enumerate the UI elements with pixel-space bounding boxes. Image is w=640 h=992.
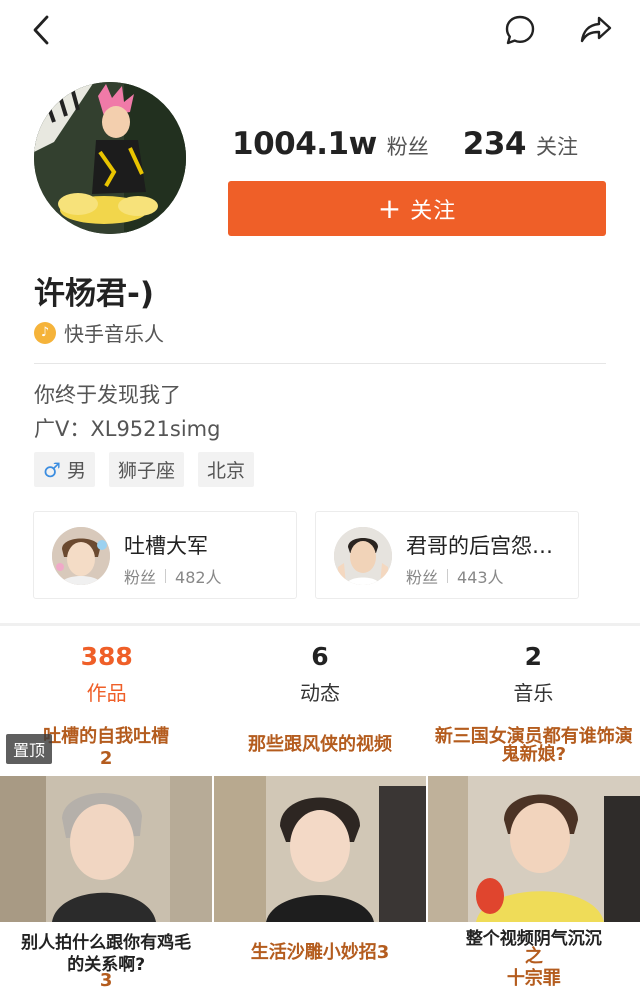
video-thumbnail-image [213,776,427,922]
music-note-icon: ♪ [34,321,56,344]
video-bottom-band: 生活沙雕小妙招3 [213,922,427,992]
video-thumbnail-image [0,776,213,922]
fan-group-label: 粉丝 [124,568,157,587]
fan-group-label: 粉丝 [406,568,439,587]
video-caption: 鬼新娘? [501,744,567,765]
avatar-illustration [34,82,186,234]
fan-group-count: 443人 [457,568,504,587]
share-arrow-icon [580,16,612,43]
bio-line: 广V：XL9521simg [34,417,221,441]
tab-music[interactable]: 2 音乐 [427,626,640,726]
video-top-band: 新三国女演员都有谁饰演 鬼新娘? [427,726,640,776]
fan-group-title: 吐槽大军 [124,534,208,558]
tab-works[interactable]: 388 作品 [0,626,213,726]
video-bottom-band: 整个视频阴气沉沉 之 十宗罪 [427,922,640,992]
followers-count[interactable]: 1004.1w [232,126,377,162]
share-button[interactable] [574,8,618,52]
divider [34,363,606,364]
tab-works-count: 388 [80,642,133,671]
fan-group-avatar [334,527,392,585]
back-button[interactable] [20,8,64,52]
video-bottom-band: 别人拍什么跟你有鸡毛 的关系啊? 3 [0,922,213,992]
following-label[interactable]: 关注 [536,131,578,161]
video-thumbnail [213,776,427,922]
tab-moments-count: 6 [311,642,329,671]
video-tile[interactable]: 那些跟风侠的视频 生活沙雕小妙招3 [213,726,427,992]
location-tag: 北京 [197,452,254,487]
video-thumbnail [427,776,640,922]
fan-group-stats: 粉丝 482人 [124,564,222,588]
comment-button[interactable] [498,8,542,52]
plus-icon: + [377,191,403,225]
gender-tag: ♂ 男 [34,452,95,487]
chevron-left-icon [33,15,49,45]
fan-avatar-image [52,527,110,585]
gender-tag-label: 男 [66,460,86,482]
fan-group-title: 君哥的后宫怨… [406,534,553,558]
video-caption: 那些跟风侠的视频 [247,734,392,755]
zodiac-tag-label: 狮子座 [117,460,175,482]
video-tile[interactable]: 新三国女演员都有谁饰演 鬼新娘? 整个视频阴气沉沉 之 十宗罪 [427,726,640,992]
musician-badge[interactable]: ♪ 快手音乐人 [34,318,164,347]
tab-moments[interactable]: 6 动态 [213,626,426,726]
video-top-band: 那些跟风侠的视频 [213,726,427,776]
content-tabs: 388 作品 6 动态 2 音乐 [0,626,640,726]
tab-music-label: 音乐 [513,681,554,705]
video-thumbnail-image [427,776,640,922]
video-caption: 3 [99,970,113,991]
musician-badge-label: 快手音乐人 [64,322,164,346]
follow-button-label: 关注 [410,198,457,224]
pinned-badge: 置顶 [6,734,53,764]
profile-avatar[interactable] [34,82,186,234]
following-count[interactable]: 234 [463,126,527,162]
tab-works-label: 作品 [86,681,127,705]
tab-music-count: 2 [524,642,543,671]
video-caption: 生活沙雕小妙招3 [250,942,390,963]
video-tile[interactable]: 吐槽的自我吐槽 2 别人拍什么跟你有鸡毛 的关系啊? 3 置顶 [0,726,213,992]
tab-moments-label: 动态 [299,681,340,705]
video-thumbnail [0,776,213,922]
top-bar [0,0,640,60]
fan-group-card[interactable]: 吐槽大军 粉丝 482人 [33,511,297,599]
profile-stats: 1004.1w 粉丝 234 关注 [232,126,612,162]
separator [165,569,167,583]
zodiac-tag: 狮子座 [108,452,184,487]
fan-avatar-image [334,527,392,585]
bio-line: 你终于发现我了 [34,383,181,407]
video-grid: 吐槽的自我吐槽 2 别人拍什么跟你有鸡毛 的关系啊? 3 置顶 那些跟风侠的视频 [0,726,640,992]
followers-label[interactable]: 粉丝 [387,131,429,161]
fan-group-card[interactable]: 君哥的后宫怨… 粉丝 443人 [315,511,579,599]
male-icon: ♂ [43,457,61,482]
video-caption: 十宗罪 [506,968,561,989]
fan-group-count: 482人 [175,568,222,587]
separator [447,569,449,583]
fan-group-avatar [52,527,110,585]
profile-tags: ♂ 男 狮子座 北京 [34,452,268,487]
speech-bubble-icon [505,15,535,45]
fan-group-stats: 粉丝 443人 [406,564,504,588]
profile-name: 许杨君-) [34,276,155,312]
follow-button[interactable]: + 关注 [228,181,606,236]
location-tag-label: 北京 [206,460,245,482]
